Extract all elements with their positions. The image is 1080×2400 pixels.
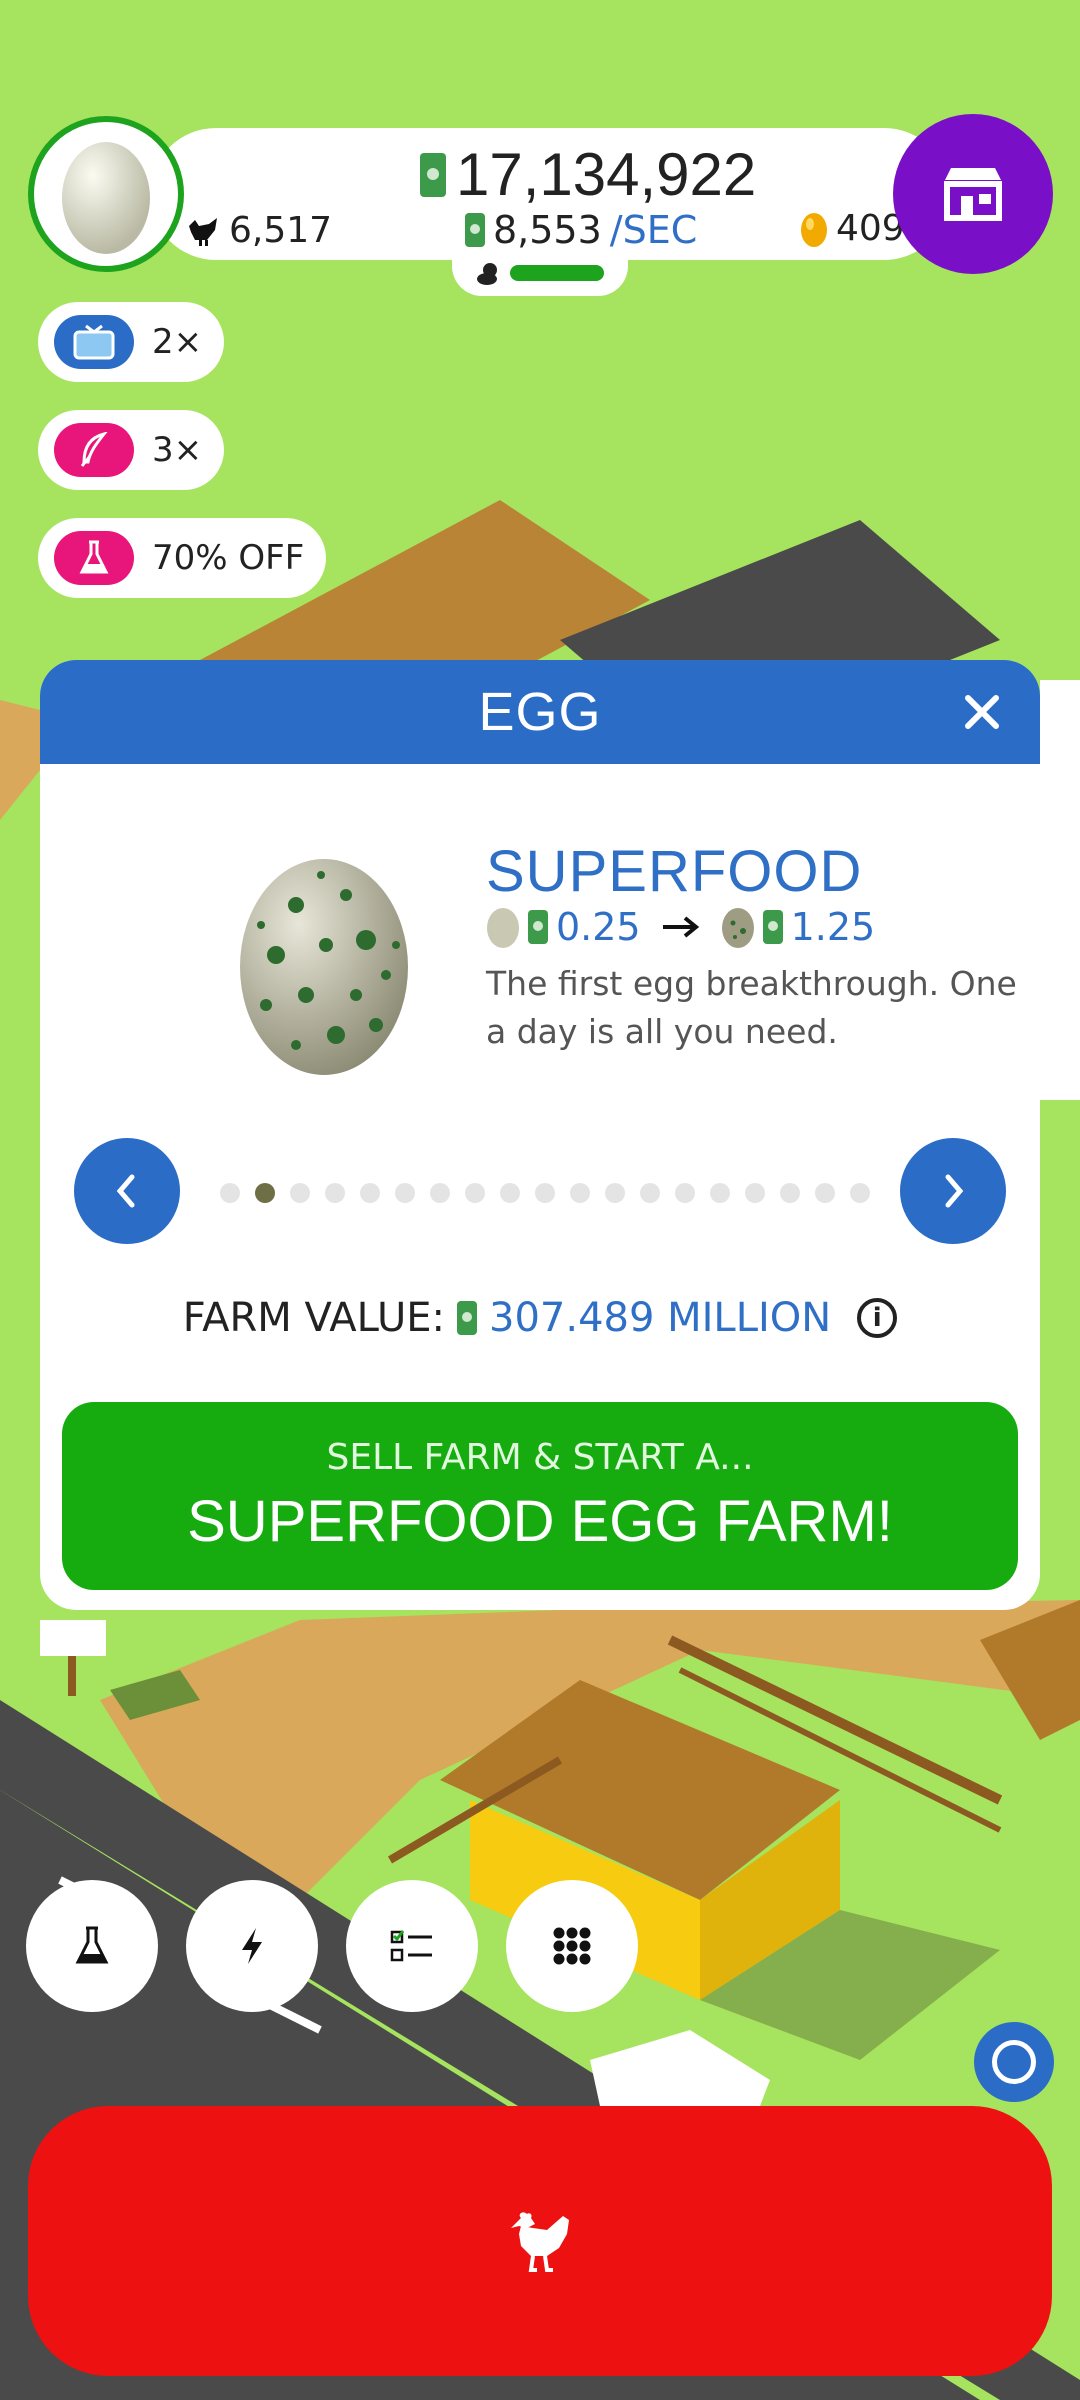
page-dot [815, 1183, 835, 1203]
chevron-right-icon [945, 1174, 964, 1208]
feather-icon [54, 423, 134, 477]
money-rate: 8,553/SEC [465, 208, 697, 252]
page-dot [430, 1183, 450, 1203]
chevron-left-icon [116, 1174, 135, 1208]
farm-value-label: FARM VALUE: [182, 1295, 445, 1341]
page-dot [850, 1183, 870, 1203]
page-dot [220, 1183, 240, 1203]
page-dot [605, 1183, 625, 1203]
to-value: 1.25 [790, 905, 876, 949]
boost-label: 2× [152, 322, 203, 362]
hatchery-progress-bar [510, 265, 604, 281]
close-icon [965, 695, 999, 729]
sell-farm-button[interactable]: SELL FARM & START A... SUPERFOOD EGG FAR… [62, 1402, 1018, 1590]
next-egg-button[interactable] [900, 1138, 1006, 1244]
egg-value-change: 0.25 1.25 [486, 905, 875, 949]
egg-icon [62, 142, 150, 254]
page-dot [710, 1183, 730, 1203]
hatchery-status [452, 250, 628, 296]
egg-name: SUPERFOOD [486, 839, 863, 904]
page-dot [500, 1183, 520, 1203]
menu-button[interactable] [506, 1880, 638, 2012]
chick-icon [477, 263, 497, 285]
chicken-icon [189, 217, 217, 246]
golden-egg-icon [801, 212, 827, 247]
money-rate-value: 8,553 [493, 208, 602, 252]
egg-description: The first egg breakthrough. One a day is… [486, 964, 1017, 1051]
boosts-button[interactable] [186, 1880, 318, 2012]
sell-button-title: SUPERFOOD EGG FARM! [187, 1489, 893, 1554]
page-dot [395, 1183, 415, 1203]
golden-egg-count[interactable]: 409 [800, 208, 905, 249]
circle-icon [992, 2040, 1036, 2084]
missions-button[interactable] [346, 1880, 478, 2012]
chicken-count: 6,517 [185, 210, 332, 251]
arrow-right-icon [662, 916, 699, 938]
dialog-title: EGG [478, 682, 602, 742]
page-dot [675, 1183, 695, 1203]
cash-icon [420, 152, 446, 197]
page-dot [535, 1183, 555, 1203]
research-flask-icon [75, 1926, 109, 1964]
boost-pill-video[interactable]: 2× [38, 302, 225, 382]
page-dot [745, 1183, 765, 1203]
from-value: 0.25 [556, 905, 641, 949]
cash-icon [457, 1301, 477, 1335]
farm-value-amount: 307.489 MILLION [489, 1295, 832, 1341]
money-total: 17,134,922 [420, 140, 756, 209]
egg-upgrade-dialog: EGG SUPERFOOD 0.25 1.25 The first egg br… [40, 660, 1040, 1610]
chicken-count-value: 6,517 [229, 210, 333, 251]
cash-icon [528, 910, 548, 944]
boost-label: 70% OFF [152, 538, 305, 578]
close-button[interactable] [952, 682, 1012, 742]
farm-value: FARM VALUE: 307.489 MILLION i [40, 1295, 1040, 1341]
camera-button[interactable] [974, 2022, 1054, 2102]
info-icon[interactable]: i [857, 1298, 898, 1338]
boost-pill-discount[interactable]: 70% OFF [38, 518, 327, 598]
page-dot [570, 1183, 590, 1203]
boost-label: 3× [152, 430, 203, 470]
missions-checklist-icon [390, 1930, 432, 1962]
chicken-icon [511, 2212, 569, 2272]
page-dot [780, 1183, 800, 1203]
boost-lightning-icon [242, 1928, 262, 1964]
shop-button[interactable] [893, 114, 1053, 274]
research-button[interactable] [26, 1880, 158, 2012]
page-dot [640, 1183, 660, 1203]
menu-grid-icon [553, 1927, 591, 1965]
previous-egg-button[interactable] [74, 1138, 180, 1244]
dialog-header: EGG [40, 660, 1040, 764]
hatch-chicken-button[interactable] [28, 2106, 1052, 2376]
page-dot [325, 1183, 345, 1203]
superfood-egg-small-icon [721, 908, 754, 948]
current-egg-button[interactable] [28, 116, 184, 272]
tv-icon [54, 315, 134, 369]
egg-page-indicator [220, 1183, 870, 1203]
egg-icon [487, 908, 519, 948]
golden-egg-value: 409 [836, 208, 905, 249]
cash-icon [762, 910, 783, 944]
superfood-egg-image [240, 859, 408, 1075]
shop-icon [944, 168, 1002, 221]
boost-pill-earnings[interactable]: 3× [38, 410, 225, 490]
page-dot [360, 1183, 380, 1203]
flask-icon [54, 531, 134, 585]
page-dot [465, 1183, 485, 1203]
page-dot-active [255, 1183, 275, 1203]
sell-button-subtitle: SELL FARM & START A... [326, 1437, 754, 1478]
money-value: 17,134,922 [456, 141, 757, 208]
page-dot [290, 1183, 310, 1203]
money-rate-unit: /SEC [609, 208, 698, 252]
cash-icon [465, 213, 485, 247]
